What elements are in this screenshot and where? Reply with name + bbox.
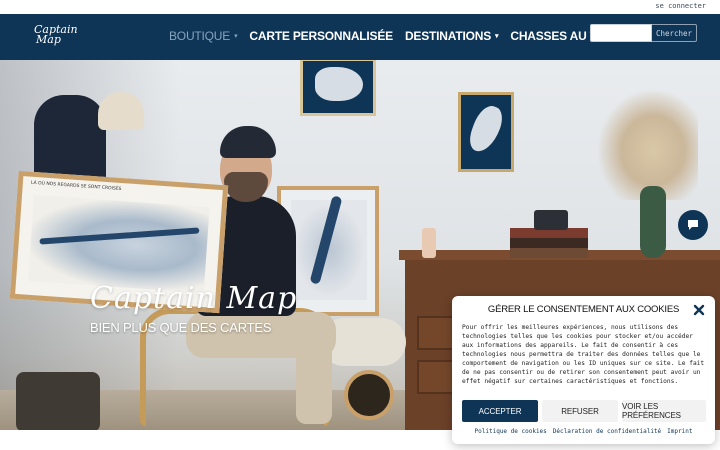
candle bbox=[422, 228, 436, 258]
search-form: Chercher bbox=[590, 24, 697, 42]
nav-item-label: Destinations bbox=[404, 29, 492, 43]
cookie-consent-dialog: Gérer le consentement aux cookies Pour o… bbox=[452, 296, 715, 444]
cookie-dialog-links: Politique de cookies Déclaration de conf… bbox=[452, 428, 715, 435]
glass-vase bbox=[640, 186, 666, 258]
nav-item-label: Carte personnalisée bbox=[249, 29, 393, 43]
cookie-dialog-text: Pour offrir les meilleures expériences, … bbox=[462, 324, 705, 385]
search-button[interactable]: Chercher bbox=[652, 24, 697, 42]
top-utility-bar: se connecter bbox=[0, 0, 720, 14]
chat-button[interactable] bbox=[678, 210, 708, 240]
search-input[interactable] bbox=[590, 24, 652, 42]
chat-bubble-icon bbox=[688, 220, 698, 230]
privacy-statement-link[interactable]: Déclaration de confidentialité bbox=[553, 428, 661, 435]
main-nav: Boutique ▾ Carte personnalisée Destinati… bbox=[169, 29, 651, 43]
accept-button[interactable]: Accepter bbox=[462, 400, 538, 422]
hero-tagline: Bien plus que des cartes bbox=[90, 320, 272, 335]
cookie-dialog-title: Gérer le consentement aux cookies bbox=[487, 304, 680, 315]
pampas-grass bbox=[598, 90, 698, 200]
preferences-button[interactable]: Voir les préférences bbox=[622, 400, 706, 422]
cookie-policy-link[interactable]: Politique de cookies bbox=[475, 428, 547, 435]
login-link[interactable]: se connecter bbox=[655, 2, 706, 10]
person-beanie bbox=[220, 126, 276, 158]
wall-map-frame bbox=[458, 92, 514, 172]
hanging-beanie bbox=[98, 92, 144, 130]
frame-caption: LÀ OÙ NOS REGARDS SE SONT CROISÉS bbox=[30, 180, 122, 193]
imprint-link[interactable]: Imprint bbox=[667, 428, 692, 435]
close-icon[interactable] bbox=[692, 302, 706, 316]
nav-item-destinations[interactable]: Destinations ▾ bbox=[404, 29, 499, 43]
logo-line-2: Map bbox=[36, 33, 61, 46]
wall-map-frame bbox=[300, 60, 376, 116]
vintage-camera bbox=[534, 210, 568, 230]
book-stack bbox=[510, 228, 588, 258]
site-header: Captain Map Boutique ▾ Carte personnalis… bbox=[0, 14, 720, 60]
refuse-button[interactable]: Refuser bbox=[542, 400, 618, 422]
cookie-dialog-actions: Accepter Refuser Voir les préférences bbox=[462, 400, 706, 422]
nav-item-label: Boutique bbox=[169, 29, 231, 43]
chevron-down-icon: ▾ bbox=[495, 33, 499, 40]
site-logo[interactable]: Captain Map bbox=[34, 24, 90, 51]
hero-script-title: Captain Map bbox=[90, 281, 298, 316]
nav-item-boutique[interactable]: Boutique ▾ bbox=[169, 29, 238, 43]
nav-item-carte-personnalisee[interactable]: Carte personnalisée bbox=[249, 29, 393, 43]
chevron-down-icon: ▾ bbox=[234, 33, 238, 40]
plant-pot bbox=[16, 372, 100, 430]
ship-clock bbox=[344, 370, 394, 420]
